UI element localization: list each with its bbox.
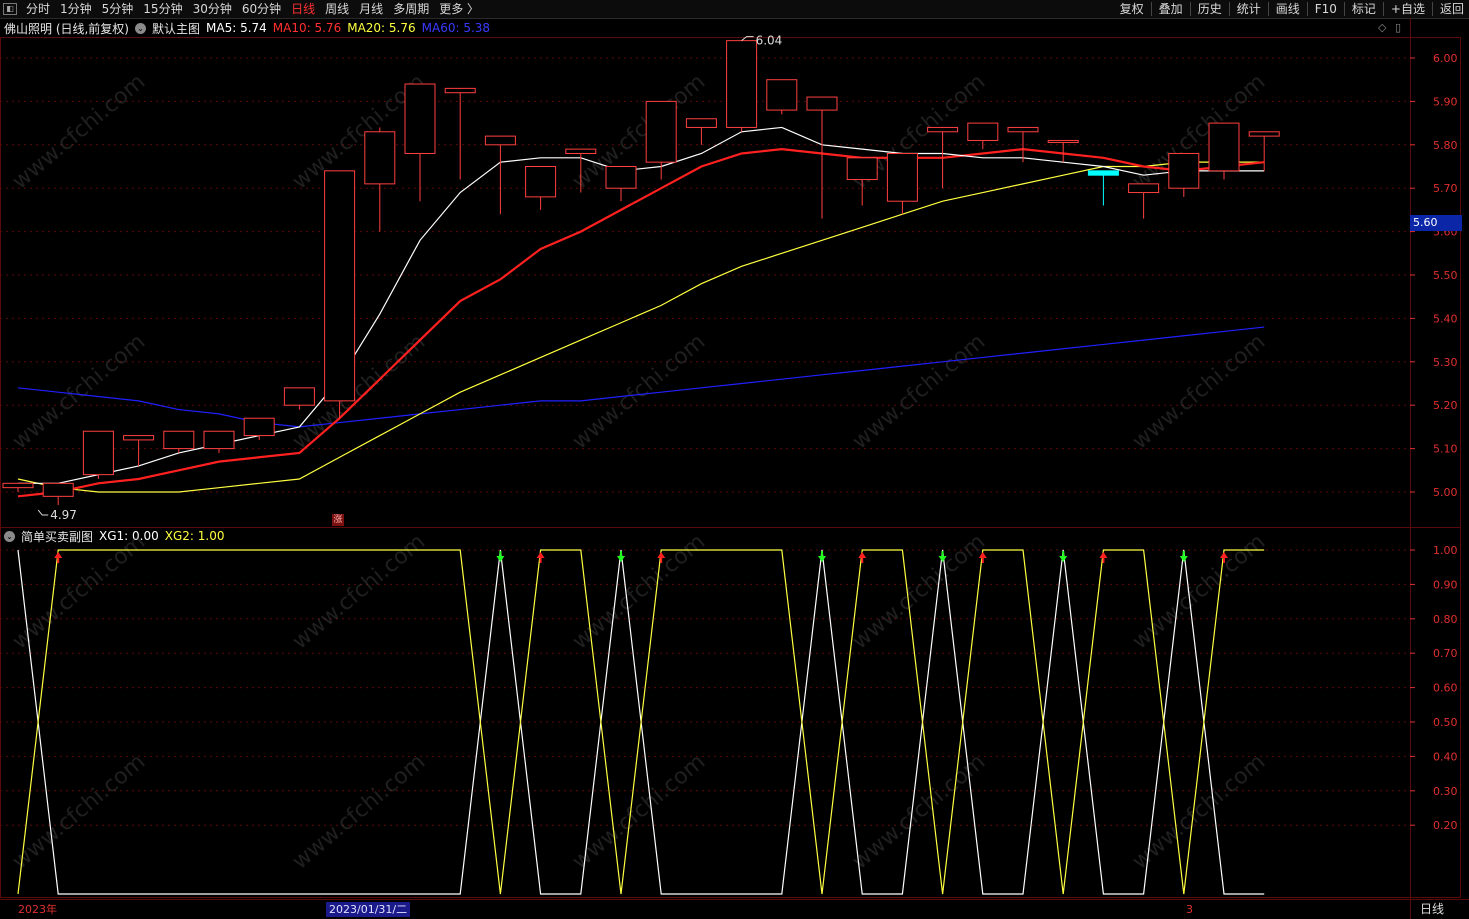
candle-up <box>685 118 717 128</box>
candle-up <box>42 482 74 497</box>
x-label-start: 2023年 <box>18 903 57 916</box>
candle-up <box>927 126 959 133</box>
buy-arrow <box>858 552 867 558</box>
candle-up <box>163 430 195 450</box>
sub-tick-label: 0.90 <box>1433 578 1458 591</box>
candle-up <box>766 79 798 111</box>
sell-arrow <box>617 556 625 562</box>
price-tick-label: 5.40 <box>1433 312 1458 325</box>
watermark-text: www.cfchi.com <box>568 529 710 654</box>
candle-up <box>404 83 436 154</box>
watermark-text: www.cfchi.com <box>848 329 990 454</box>
candle-up <box>243 417 275 437</box>
limit-up-marker: 涨 <box>332 514 344 526</box>
candle-up <box>203 430 235 450</box>
sub-panel-frame <box>0 527 1461 898</box>
sub-tick-label: 1.00 <box>1433 544 1458 557</box>
watermark-text: www.cfchi.com <box>288 749 430 874</box>
low-marker-line <box>37 509 49 516</box>
candle-up <box>726 40 758 128</box>
candle-up <box>484 135 516 146</box>
price-tick-label: 5.70 <box>1433 182 1458 195</box>
candle-up <box>1248 131 1280 137</box>
sub-tick-label: 0.70 <box>1433 647 1458 660</box>
price-tick-label: 5.10 <box>1433 443 1458 456</box>
price-tick-label: 5.90 <box>1433 95 1458 108</box>
price-tick-label: 5.80 <box>1433 139 1458 152</box>
sell-arrow <box>1179 556 1188 562</box>
watermark-text: www.cfchi.com <box>568 329 710 454</box>
candle-up <box>82 430 114 476</box>
sub-tick-label: 0.30 <box>1433 785 1458 798</box>
ma5-line <box>18 126 1265 484</box>
sub-tick-label: 0.20 <box>1433 819 1458 832</box>
candle-up <box>1007 126 1039 133</box>
watermark-text: www.cfchi.com <box>8 749 150 874</box>
sub-tick-label: 0.80 <box>1433 613 1458 626</box>
candle-up <box>565 148 597 154</box>
watermark-text: www.cfchi.com <box>568 69 710 194</box>
price-tick-label: 5.30 <box>1433 356 1458 369</box>
watermark-text: www.cfchi.com <box>8 529 150 654</box>
candle-up <box>324 170 356 402</box>
sub-tick-label: 0.50 <box>1433 716 1458 729</box>
low-price-label: 4.97 <box>50 508 77 522</box>
buy-arrow <box>1099 552 1108 558</box>
candle-up <box>605 166 637 189</box>
candle-up <box>525 166 557 198</box>
kline-chart[interactable]: 6.00 5.90 5.80 5.70 5.60 5.50 5.40 5.30 5.20 5.10… <box>0 0 1469 919</box>
price-tick-label: 5.20 <box>1433 399 1458 412</box>
candle-up <box>364 131 396 185</box>
watermark-text: www.cfchi.com <box>848 529 990 654</box>
candle-up <box>645 100 677 163</box>
candle-up <box>1168 152 1200 189</box>
candle-up <box>444 87 476 94</box>
candle-up <box>967 122 999 141</box>
candle-up <box>123 435 155 441</box>
buy-arrow <box>54 552 63 558</box>
sell-arrow <box>818 556 826 562</box>
candle-up <box>846 157 878 181</box>
candle-up <box>806 96 838 111</box>
sub-tick-label: 0.60 <box>1433 682 1458 695</box>
sell-arrow <box>1059 556 1068 562</box>
watermark-text: www.cfchi.com <box>848 749 990 874</box>
price-tick-label: 5.00 <box>1433 486 1458 499</box>
candle-up <box>2 482 34 489</box>
candle-up <box>1047 139 1079 143</box>
price-tick-label: 6.00 <box>1433 52 1458 65</box>
candle-up <box>886 152 918 202</box>
last-price-tag: 5.60 <box>1410 215 1462 231</box>
buy-arrow <box>536 552 545 558</box>
sell-arrow <box>496 556 505 562</box>
watermark-text: www.cfchi.com <box>568 749 710 874</box>
candle-down <box>1087 170 1119 176</box>
candle-up <box>1128 183 1160 194</box>
cursor-date: 2023/01/31/二 <box>326 902 411 917</box>
candle-up <box>1208 122 1240 172</box>
watermark-text: www.cfchi.com <box>8 69 150 194</box>
watermark-text: www.cfchi.com <box>1128 329 1270 454</box>
high-price-label: 6.04 <box>756 34 783 48</box>
watermark-text: www.cfchi.com <box>288 529 430 654</box>
period-indicator[interactable]: 日线 <box>1420 901 1444 917</box>
x-label-month: 3 <box>1186 903 1193 916</box>
candle-up <box>283 387 315 406</box>
price-tick-label: 5.50 <box>1433 269 1458 282</box>
watermark-text: www.cfchi.com <box>1128 529 1270 654</box>
sub-tick-label: 0.40 <box>1433 750 1458 763</box>
